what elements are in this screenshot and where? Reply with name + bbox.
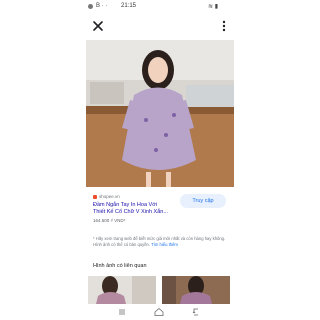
close-icon[interactable] bbox=[92, 20, 104, 32]
more-vert-icon[interactable] bbox=[219, 19, 229, 33]
product-image[interactable] bbox=[86, 40, 234, 187]
related-thumb[interactable] bbox=[162, 276, 230, 304]
shopee-icon bbox=[93, 194, 97, 199]
status-time: 21:15 bbox=[121, 3, 137, 9]
app-notification-icon bbox=[88, 3, 93, 9]
status-signal: ≋ ▮ bbox=[208, 4, 218, 10]
related-heading: Hình ảnh có liên quan bbox=[93, 263, 147, 269]
result-title-line1: Đầm Ngắn Tay In Hoa Với bbox=[93, 202, 158, 208]
recents-icon[interactable] bbox=[118, 308, 126, 316]
result-title-line2: Thiết Kế Cổ Chữ V Xinh Xắn... bbox=[93, 209, 168, 215]
price-notice: * Hãy xem trang web để biết mức giá mới … bbox=[93, 236, 230, 247]
related-thumb[interactable] bbox=[88, 276, 156, 304]
home-icon[interactable] bbox=[154, 307, 164, 317]
system-nav-bar bbox=[0, 304, 320, 320]
source-row: shopee.vn bbox=[93, 194, 193, 199]
source-domain: shopee.vn bbox=[99, 194, 120, 199]
result-price: 164.500 ₫ VND* bbox=[93, 218, 126, 223]
status-indicators: B · · bbox=[88, 3, 107, 9]
result-info: shopee.vn Đầm Ngắn Tay In Hoa Với Thiết … bbox=[93, 194, 193, 223]
status-indicators-text: B · · bbox=[96, 3, 108, 9]
visit-button[interactable]: Truy cập bbox=[180, 194, 226, 208]
status-bar: B · · 21:15 ≋ ▮ bbox=[0, 0, 320, 14]
viewer-toolbar bbox=[0, 14, 320, 38]
back-icon[interactable] bbox=[192, 308, 200, 316]
learn-more-link[interactable]: Tìm hiểu thêm bbox=[151, 242, 178, 247]
result-title[interactable]: Đầm Ngắn Tay In Hoa Với Thiết Kế Cổ Chữ … bbox=[93, 202, 193, 216]
